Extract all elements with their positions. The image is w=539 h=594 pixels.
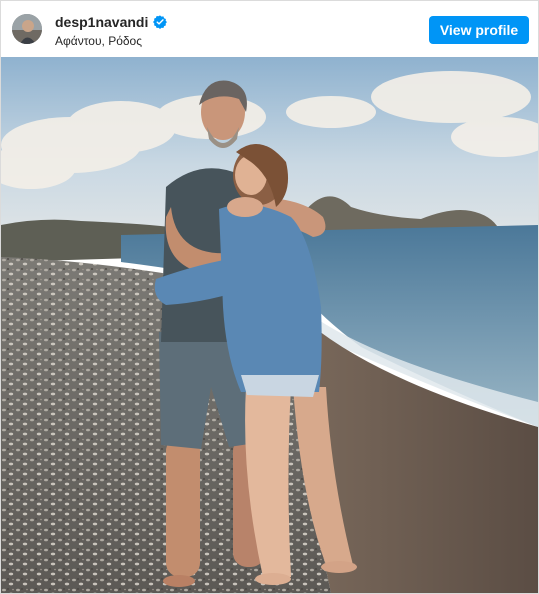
username[interactable]: desp1navandi	[55, 13, 148, 31]
post-header: desp1navandi Αφάντου, Ρόδος View profile	[1, 1, 538, 57]
post-location[interactable]: Αφάντου, Ρόδος	[55, 33, 142, 49]
verified-badge-icon	[153, 15, 168, 29]
post-photo[interactable]	[1, 57, 538, 593]
view-profile-button[interactable]: View profile	[429, 16, 529, 44]
avatar[interactable]	[12, 14, 42, 44]
username-row: desp1navandi	[55, 13, 168, 31]
instagram-embed: desp1navandi Αφάντου, Ρόδος View profile	[0, 0, 539, 594]
